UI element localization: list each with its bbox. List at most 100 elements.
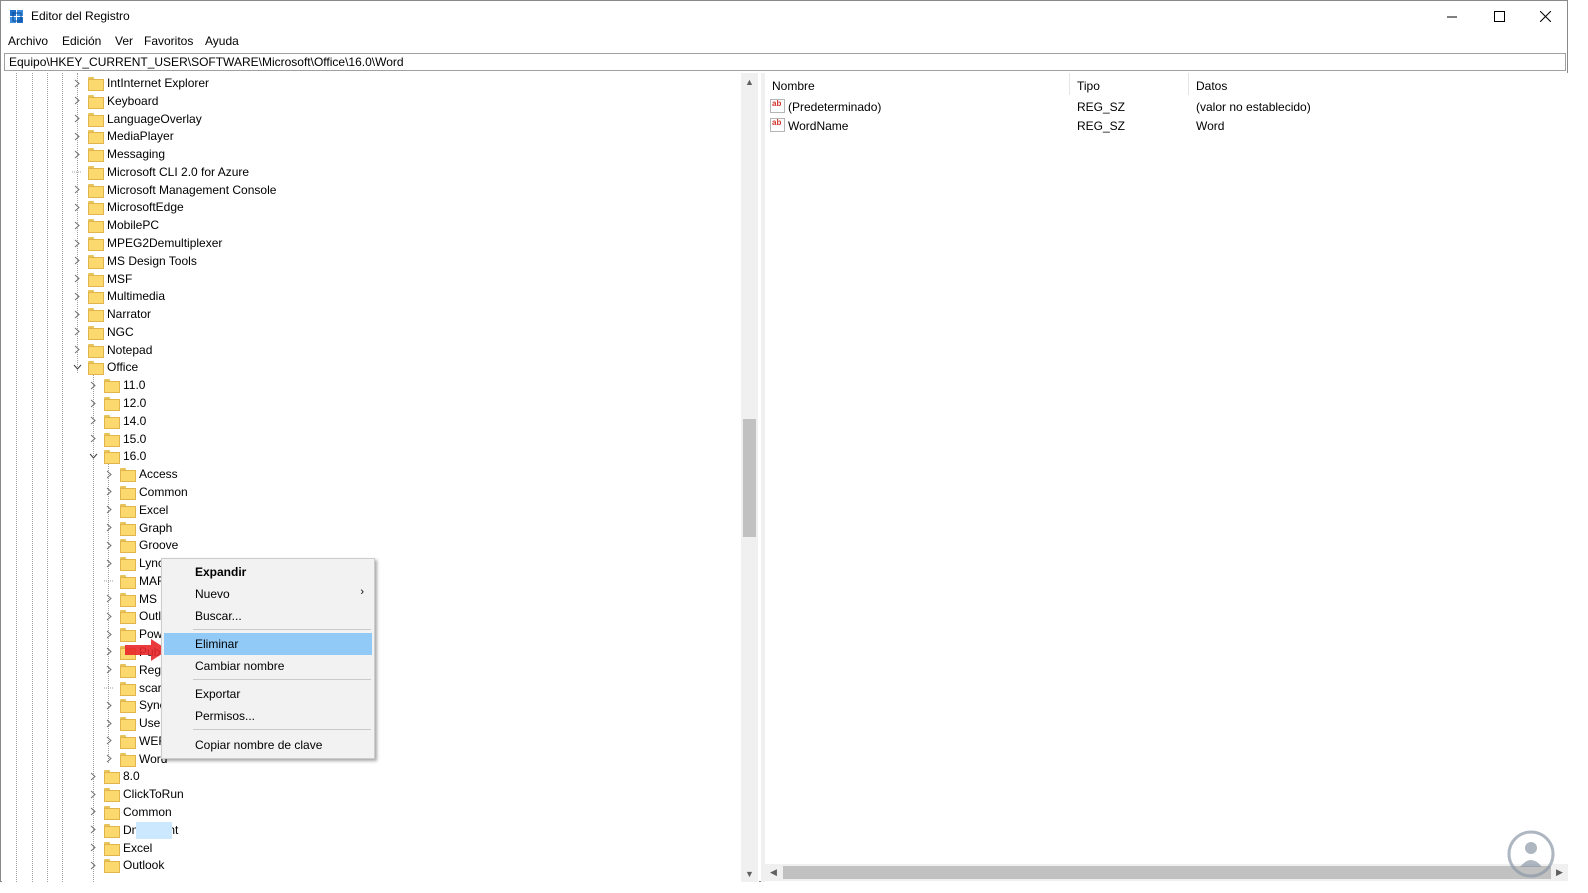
- tree-item[interactable]: 8.0: [88, 767, 140, 785]
- chevron-down-icon[interactable]: [72, 358, 82, 376]
- chevron-right-icon[interactable]: [88, 821, 98, 839]
- tree-item[interactable]: Word: [104, 750, 167, 768]
- chevron-right-icon[interactable]: [104, 590, 114, 608]
- chevron-right-icon[interactable]: [104, 536, 114, 554]
- tree-item[interactable]: scar: [104, 679, 162, 697]
- tree-item[interactable]: Notepad: [72, 341, 152, 359]
- value-row[interactable]: ab WordName REG_SZ Word: [769, 117, 1469, 135]
- chevron-right-icon[interactable]: [88, 839, 98, 857]
- tree-item[interactable]: 15.0: [88, 430, 146, 448]
- tree-scroll-thumb[interactable]: [743, 419, 756, 537]
- tree-item[interactable]: Lync: [104, 554, 164, 572]
- tree-item[interactable]: Multimedia: [72, 287, 165, 305]
- chevron-right-icon[interactable]: [104, 483, 114, 501]
- chevron-right-icon[interactable]: [72, 216, 82, 234]
- column-divider[interactable]: [1069, 73, 1070, 95]
- chevron-right-icon[interactable]: [88, 376, 98, 394]
- chevron-right-icon[interactable]: [104, 643, 114, 661]
- minimize-button[interactable]: [1429, 1, 1475, 32]
- tree-item[interactable]: NGC: [72, 323, 134, 341]
- tree-item[interactable]: User: [104, 714, 164, 732]
- horizontal-scroll-thumb[interactable]: [783, 866, 1551, 879]
- tree-item[interactable]: Messaging: [72, 145, 165, 163]
- tree-item[interactable]: ClickToRun: [88, 785, 184, 803]
- chevron-right-icon[interactable]: [72, 234, 82, 252]
- chevron-right-icon[interactable]: [72, 181, 82, 199]
- chevron-right-icon[interactable]: [72, 341, 82, 359]
- chevron-down-icon[interactable]: [88, 447, 98, 465]
- chevron-right-icon[interactable]: [72, 323, 82, 341]
- tree-item[interactable]: MediaPlayer: [72, 127, 174, 145]
- tree-item[interactable]: Narrator: [72, 305, 151, 323]
- tree-item[interactable]: Groove: [104, 536, 178, 554]
- context-item-nuevo[interactable]: Nuevo ›: [164, 583, 372, 605]
- tree-item[interactable]: Outl: [104, 607, 161, 625]
- chevron-right-icon[interactable]: [72, 305, 82, 323]
- tree-item[interactable]: Outlook: [88, 856, 164, 874]
- chevron-right-icon[interactable]: [72, 287, 82, 305]
- menu-ver[interactable]: Ver: [115, 34, 133, 48]
- chevron-right-icon[interactable]: [104, 661, 114, 679]
- tree-item[interactable]: MAF: [104, 572, 164, 590]
- chevron-right-icon[interactable]: [104, 732, 114, 750]
- tree-item[interactable]: 11.0: [88, 376, 145, 394]
- column-header-tipo[interactable]: Tipo: [1077, 79, 1100, 93]
- chevron-right-icon[interactable]: [104, 465, 114, 483]
- context-item-eliminar[interactable]: Eliminar: [164, 633, 372, 655]
- chevron-right-icon[interactable]: [104, 519, 114, 537]
- chevron-right-icon[interactable]: [72, 270, 82, 288]
- tree-item[interactable]: Graph: [104, 519, 172, 537]
- menu-edicion[interactable]: Edición: [62, 34, 101, 48]
- tree-item[interactable]: Excel: [88, 839, 152, 857]
- chevron-right-icon[interactable]: [88, 430, 98, 448]
- chevron-right-icon[interactable]: [104, 625, 114, 643]
- chevron-right-icon[interactable]: [88, 803, 98, 821]
- tree-item[interactable]: 14.0: [88, 412, 146, 430]
- chevron-right-icon[interactable]: [88, 767, 98, 785]
- context-item-expandir[interactable]: Expandir: [164, 561, 372, 583]
- tree-item[interactable]: MSF: [72, 270, 132, 288]
- maximize-button[interactable]: [1476, 1, 1522, 32]
- address-bar[interactable]: Equipo\HKEY_CURRENT_USER\SOFTWARE\Micros…: [4, 53, 1566, 71]
- chevron-right-icon[interactable]: [104, 554, 114, 572]
- tree-item[interactable]: MPEG2Demultiplexer: [72, 234, 222, 252]
- chevron-right-icon[interactable]: [104, 696, 114, 714]
- tree-item[interactable]: Microsoft CLI 2.0 for Azure: [72, 163, 249, 181]
- context-item-cambiar-nombre[interactable]: Cambiar nombre: [164, 655, 372, 677]
- context-item-permisos[interactable]: Permisos...: [164, 705, 372, 727]
- chevron-right-icon[interactable]: [72, 127, 82, 145]
- tree-item[interactable]: Excel: [104, 501, 168, 519]
- chevron-right-icon[interactable]: [72, 198, 82, 216]
- tree-item[interactable]: Regi: [104, 661, 164, 679]
- chevron-right-icon[interactable]: [88, 856, 98, 874]
- menu-ayuda[interactable]: Ayuda: [205, 34, 239, 48]
- tree-item[interactable]: Common: [104, 483, 188, 501]
- scroll-left-arrow-icon[interactable]: ◀: [765, 864, 782, 881]
- chevron-right-icon[interactable]: [104, 501, 114, 519]
- chevron-right-icon[interactable]: [72, 110, 82, 128]
- tree-item[interactable]: Office: [72, 358, 138, 376]
- scroll-up-arrow-icon[interactable]: ▲: [741, 73, 758, 90]
- column-header-nombre[interactable]: Nombre: [772, 79, 815, 93]
- tree-item[interactable]: WEF: [104, 732, 166, 750]
- chevron-right-icon[interactable]: [88, 394, 98, 412]
- scroll-down-arrow-icon[interactable]: ▼: [741, 865, 758, 882]
- tree-item[interactable]: Access: [104, 465, 178, 483]
- tree-item[interactable]: MobilePC: [72, 216, 159, 234]
- chevron-right-icon[interactable]: [88, 785, 98, 803]
- chevron-right-icon[interactable]: [104, 607, 114, 625]
- column-divider[interactable]: [1188, 73, 1189, 95]
- tree-item[interactable]: Common: [88, 803, 172, 821]
- chevron-right-icon[interactable]: [88, 412, 98, 430]
- tree-item[interactable]: IntInternet Explorer: [72, 74, 209, 92]
- value-row[interactable]: ab (Predeterminado) REG_SZ (valor no est…: [769, 98, 1469, 116]
- close-button[interactable]: [1522, 1, 1568, 32]
- tree-item[interactable]: 16.0: [88, 447, 146, 465]
- tree-item[interactable]: MicrosoftEdge: [72, 198, 184, 216]
- tree-item[interactable]: Microsoft Management Console: [72, 181, 276, 199]
- chevron-right-icon[interactable]: [72, 145, 82, 163]
- chevron-right-icon[interactable]: [72, 74, 82, 92]
- chevron-right-icon[interactable]: [72, 92, 82, 110]
- tree-vertical-scrollbar[interactable]: ▲ ▼: [741, 73, 758, 882]
- tree-item[interactable]: Sync: [104, 696, 166, 714]
